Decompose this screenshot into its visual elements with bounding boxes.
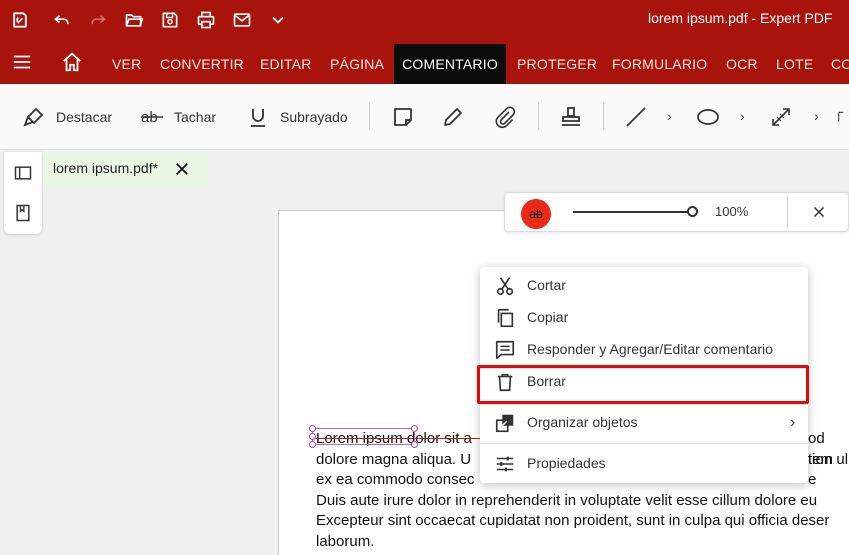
- tab-ver[interactable]: VER: [104, 44, 149, 84]
- line-icon: [626, 107, 646, 127]
- app-logo-icon[interactable]: [6, 6, 34, 34]
- opacity-slider-thumb[interactable]: [687, 206, 698, 217]
- tab-formulario[interactable]: FORMULARIO: [604, 44, 715, 84]
- annotation-selection-box[interactable]: [312, 428, 415, 445]
- document-tab-label: lorem ipsum.pdf*: [53, 160, 159, 176]
- menu-item-responder-comentario[interactable]: Responder y Agregar/Editar comentario: [480, 335, 808, 365]
- opacity-slider-track[interactable]: [573, 211, 691, 213]
- underline-label: Subrayado: [280, 109, 348, 125]
- stamp-icon: [562, 107, 580, 126]
- tab-editar[interactable]: EDITAR: [252, 44, 320, 84]
- tab-lote[interactable]: LOTE: [768, 44, 821, 84]
- highlight-tool[interactable]: Destacar: [22, 104, 112, 130]
- ribbon-menu-bar: VER CONVERTIR EDITAR PÁGINA COMENTARIO P…: [0, 40, 849, 84]
- menu-item-organizar-objetos[interactable]: Organizar objetos ›: [480, 408, 808, 438]
- menu-item-label: Responder y Agregar/Editar comentario: [527, 341, 773, 357]
- measure-options-chevron-icon[interactable]: ›: [814, 108, 819, 124]
- window-title: lorem ipsum.pdf - Expert PDF: [648, 10, 833, 26]
- strikethrough-label: Tachar: [174, 109, 217, 125]
- menu-item-copiar[interactable]: Copiar: [480, 303, 808, 333]
- text-line[interactable]: Duis aute irure dolor in reprehenderit i…: [316, 491, 849, 512]
- sticky-note-icon: [394, 108, 412, 126]
- print-icon[interactable]: [192, 6, 220, 34]
- toolbar-divider: [369, 102, 370, 130]
- arrange-icon: [495, 414, 514, 433]
- measure-icon: [772, 108, 790, 126]
- tab-proteger[interactable]: PROTEGER: [509, 44, 605, 84]
- menu-item-label: Propiedades: [527, 455, 606, 471]
- document-tab[interactable]: lorem ipsum.pdf*: [44, 152, 208, 186]
- home-icon[interactable]: [60, 40, 84, 84]
- menu-item-cortar[interactable]: Cortar: [480, 271, 808, 301]
- underline-tool[interactable]: Subrayado: [246, 104, 348, 130]
- ellipse-tool[interactable]: [696, 104, 720, 130]
- highlighter-icon: [23, 107, 44, 127]
- title-bar: lorem ipsum.pdf - Expert PDF: [0, 0, 849, 40]
- annotation-color-badge[interactable]: ab: [521, 199, 551, 229]
- resize-handle[interactable]: [309, 433, 316, 440]
- line-options-chevron-icon[interactable]: ›: [667, 108, 672, 124]
- comment-icon: [495, 340, 515, 360]
- pencil-icon: [444, 108, 462, 126]
- text-fragment: e: [808, 471, 817, 488]
- stamp-tool[interactable]: [559, 104, 583, 130]
- copy-icon: [497, 308, 514, 328]
- menu-item-label: Copiar: [527, 309, 569, 325]
- sliders-icon: [496, 456, 514, 472]
- strikethrough-icon: ab: [141, 109, 163, 126]
- resize-handle[interactable]: [411, 441, 418, 448]
- underline-icon: [251, 109, 265, 127]
- ellipse-icon: [697, 109, 719, 125]
- text-line[interactable]: Excepteur sint occaecat cupidatat non pr…: [316, 511, 849, 532]
- highlight-label: Destacar: [56, 109, 113, 125]
- text-fragment: tion ul: [808, 450, 849, 468]
- close-tab-icon[interactable]: [173, 160, 191, 178]
- submenu-arrow-icon: ›: [790, 414, 796, 431]
- resize-handle[interactable]: [309, 441, 316, 448]
- bookmark-icon[interactable]: [12, 202, 34, 224]
- hamburger-menu-icon[interactable]: [10, 40, 34, 84]
- close-icon[interactable]: [810, 203, 828, 221]
- menu-divider: [480, 404, 808, 405]
- mail-icon[interactable]: [228, 6, 256, 34]
- side-panel: [4, 152, 42, 234]
- redo-icon[interactable]: [84, 6, 112, 34]
- tab-convertir[interactable]: CONVERTIR: [152, 44, 252, 84]
- toolbar-divider: [538, 102, 539, 130]
- annotation-properties-bar: ab 100%: [504, 192, 849, 232]
- toolbar-divider: [603, 102, 604, 130]
- scissors-icon: [496, 277, 514, 296]
- sticky-note-tool[interactable]: [391, 104, 415, 130]
- resize-handle[interactable]: [309, 425, 316, 432]
- attach-tool[interactable]: [493, 104, 517, 130]
- menu-item-label: Cortar: [527, 277, 566, 293]
- sidebar-toggle-icon[interactable]: [12, 162, 34, 184]
- tab-comentario[interactable]: COMENTARIO: [394, 44, 506, 84]
- menu-item-propiedades[interactable]: Propiedades: [480, 449, 808, 479]
- ellipse-options-chevron-icon[interactable]: ›: [740, 108, 745, 124]
- paperclip-icon: [495, 106, 516, 129]
- undo-icon[interactable]: [48, 6, 76, 34]
- line-tool[interactable]: [624, 104, 648, 130]
- text-line[interactable]: laborum.: [316, 532, 849, 553]
- borrar-highlight-box: [477, 365, 809, 404]
- comment-toolbar: Destacar ab Tachar Subrayado › › ›: [0, 84, 849, 150]
- menu-item-label: Organizar objetos: [527, 414, 638, 430]
- menu-divider: [480, 443, 808, 444]
- chevron-down-icon[interactable]: [264, 6, 292, 34]
- open-folder-icon[interactable]: [120, 6, 148, 34]
- tab-overflow[interactable]: CO: [823, 44, 849, 84]
- pencil-tool[interactable]: [441, 104, 465, 130]
- save-icon[interactable]: [156, 6, 184, 34]
- more-tools-icon[interactable]: [837, 104, 849, 130]
- divider: [787, 197, 788, 227]
- partial-tool-icon: [838, 111, 844, 122]
- opacity-value: 100%: [715, 204, 749, 219]
- tab-ocr[interactable]: OCR: [718, 44, 766, 84]
- resize-handle[interactable]: [411, 425, 418, 432]
- tab-pagina[interactable]: PÁGINA: [322, 44, 392, 84]
- strikethrough-tool[interactable]: ab Tachar: [140, 104, 216, 130]
- measure-tool[interactable]: [769, 104, 793, 130]
